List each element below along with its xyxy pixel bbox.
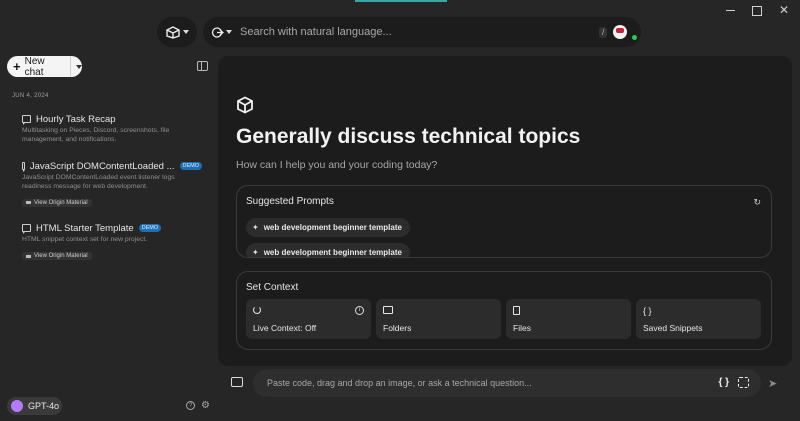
set-context-title: Set Context: [246, 282, 299, 293]
files-label: Files: [513, 323, 531, 333]
origin-icon: [26, 254, 31, 258]
saved-snippets-tile[interactable]: { } Saved Snippets: [636, 299, 761, 339]
set-context-card: Set Context i Live Context: Off Folders …: [236, 271, 772, 350]
maximize-icon[interactable]: [750, 4, 764, 16]
live-context-tile[interactable]: i Live Context: Off: [246, 299, 371, 339]
minimize-icon[interactable]: [723, 4, 737, 16]
pieces-logo-icon: [165, 25, 180, 39]
sidebar-toggle-icon[interactable]: [197, 61, 208, 71]
chat-description: JavaScript DOMContentLoaded event listen…: [22, 174, 175, 190]
search-shortcut-hint: /: [599, 26, 608, 38]
app-menu-button[interactable]: [157, 17, 197, 47]
chevron-down-icon: [226, 30, 232, 34]
search-mode-icon: [211, 26, 224, 38]
chat-list-item[interactable]: JavaScript DOMContentLoaded ... DEMO Jav…: [22, 160, 202, 209]
origin-label: View Origin Material: [34, 253, 88, 259]
new-chat-button[interactable]: + New chat: [7, 55, 82, 78]
chat-description: Multitasking on Pieces, Discord, screens…: [22, 127, 170, 143]
page-subtitle: How can I help you and your coding today…: [236, 159, 438, 171]
folders-tile[interactable]: Folders: [376, 299, 501, 339]
origin-icon: [26, 201, 31, 204]
online-status-dot: [632, 35, 637, 40]
model-selector-button[interactable]: GPT-4o: [7, 397, 62, 415]
send-icon[interactable]: ➤: [768, 377, 777, 390]
chat-bubble-icon: [22, 224, 31, 234]
new-chat-label: New chat: [24, 55, 45, 78]
suggested-prompts-title: Suggested Prompts: [246, 196, 334, 207]
search-mode-selector[interactable]: [211, 26, 232, 39]
saved-snippets-label: Saved Snippets: [643, 323, 703, 333]
chat-title: HTML Starter Template: [36, 222, 134, 234]
chat-date-group: JUN 4, 2024: [12, 93, 49, 99]
sparkle-icon: ✦: [252, 223, 259, 232]
live-context-icon: [253, 306, 261, 314]
prompt-label: web development beginner template: [263, 248, 402, 257]
code-braces-icon: { }: [643, 306, 652, 316]
chat-bubble-icon: [22, 115, 31, 125]
suggested-prompt-chip[interactable]: ✦ web development beginner template: [246, 243, 410, 257]
new-chat-divider: [70, 56, 71, 77]
main-panel: Generally discuss technical topics How c…: [218, 56, 792, 366]
page-title: Generally discuss technical topics: [236, 125, 581, 148]
view-origin-material-button[interactable]: View Origin Material: [22, 198, 92, 207]
view-origin-material-button[interactable]: View Origin Material: [22, 252, 92, 260]
window-accent-line: [355, 0, 447, 2]
folders-label: Folders: [383, 323, 412, 333]
pieces-logo-icon: [237, 96, 253, 114]
chat-options-icon[interactable]: [231, 377, 243, 387]
live-context-label: Live Context: Off: [253, 323, 317, 333]
files-tile[interactable]: Files: [506, 299, 631, 339]
chat-title: JavaScript DOMContentLoaded ...: [29, 160, 175, 172]
refresh-icon[interactable]: ↻: [753, 197, 761, 208]
plus-icon: +: [13, 58, 21, 74]
search-input[interactable]: [240, 26, 595, 38]
chat-list-item[interactable]: Hourly Task Recap Multitasking on Pieces…: [22, 113, 202, 144]
chevron-down-icon[interactable]: [76, 64, 82, 69]
file-icon: [513, 306, 520, 315]
info-icon[interactable]: i: [355, 306, 364, 315]
chat-input[interactable]: [267, 378, 707, 388]
demo-badge: DEMO: [138, 224, 162, 232]
origin-label: View Origin Material: [34, 199, 88, 206]
help-icon[interactable]: ?: [186, 401, 195, 410]
prompt-label: web development beginner template: [263, 223, 402, 232]
model-icon: [11, 400, 23, 412]
chat-list-item[interactable]: HTML Starter Template DEMO HTML snippet …: [22, 222, 202, 263]
close-icon[interactable]: ✕: [777, 4, 791, 16]
suggested-prompt-chip[interactable]: ✦ web development beginner template: [246, 218, 410, 237]
folder-icon: [383, 306, 393, 314]
chat-bubble-icon: [22, 162, 25, 172]
suggested-prompts-card: Suggested Prompts ↻ ✦ web development be…: [236, 185, 772, 258]
chat-input-box[interactable]: { }: [253, 369, 761, 397]
search-bar[interactable]: /: [203, 17, 641, 47]
image-scan-icon[interactable]: [738, 377, 749, 388]
chat-description: HTML snippet context set for new project…: [22, 236, 148, 243]
gear-icon[interactable]: ⚙: [201, 401, 210, 411]
sparkle-icon: ✦: [252, 248, 259, 257]
avatar[interactable]: [613, 25, 628, 39]
chat-title: Hourly Task Recap: [36, 113, 116, 125]
demo-badge: DEMO: [179, 162, 202, 170]
chevron-down-icon: [182, 30, 189, 34]
code-braces-icon[interactable]: { }: [718, 377, 729, 388]
model-label: GPT-4o: [28, 401, 60, 411]
